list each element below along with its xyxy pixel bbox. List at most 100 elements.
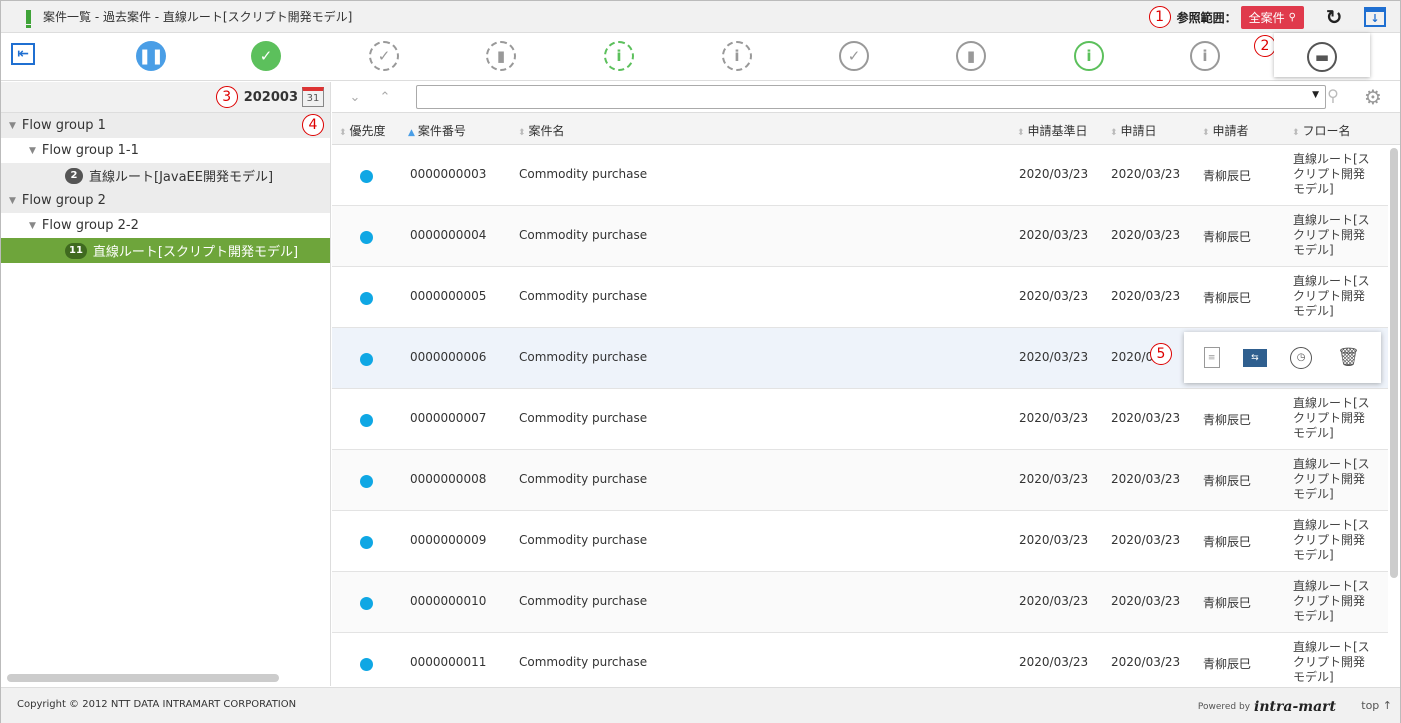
search-icon[interactable]: ⚲ <box>1322 86 1344 108</box>
past-cases-tab[interactable]: ▬ <box>1274 33 1370 77</box>
search-select[interactable]: ▼ <box>416 85 1326 109</box>
header-case-number[interactable]: ▲ 案件番号 <box>408 122 466 139</box>
dashed-document-status-icon[interactable]: ▮ <box>486 41 516 71</box>
tree-item-group[interactable]: ▼ Flow group 2 <box>1 188 330 213</box>
check-outline-status-icon[interactable]: ✓ <box>839 41 869 71</box>
horizontal-scrollbar[interactable] <box>7 674 279 682</box>
tree-item-flow[interactable]: 2 直線ルート[JavaEE開発モデル] <box>1 163 330 188</box>
annotation-marker-3: 3 <box>215 86 238 108</box>
case-name: Commodity purchase <box>519 655 648 669</box>
history-clock-icon[interactable]: ◷ <box>1290 346 1313 369</box>
collapse-sidebar-icon[interactable]: ⇤ <box>11 43 35 65</box>
base-date: 2020/03/23 <box>1019 350 1089 364</box>
delete-trash-icon[interactable]: 🗑 <box>1335 345 1361 371</box>
tree-item-label: Flow group 1-1 <box>41 143 139 158</box>
flow-chart-icon[interactable]: ⇆ <box>1242 348 1267 367</box>
base-date: 2020/03/23 <box>1019 655 1089 669</box>
powered-by: Powered by intra-mart <box>1197 699 1336 715</box>
applicant: 青柳辰巳 <box>1203 596 1252 610</box>
dashed-info-status-icon[interactable]: i <box>722 41 752 71</box>
footer: Copyright © 2012 NTT DATA INTRAMART CORP… <box>1 687 1400 723</box>
base-date: 2020/03/23 <box>1019 472 1089 486</box>
base-date: 2020/03/23 <box>1019 289 1089 303</box>
folder-icon: ▬ <box>1307 42 1337 72</box>
top-link[interactable]: top ↑ <box>1361 699 1392 712</box>
apply-date: 2020/03/23 <box>1111 472 1181 486</box>
tree-expand-icon[interactable]: ▼ <box>9 121 16 131</box>
tree-expand-icon[interactable]: ▼ <box>29 146 36 156</box>
header-flow-name[interactable]: ⬍ フロー名 <box>1292 122 1351 139</box>
sort-icon: ⬍ <box>1202 128 1210 138</box>
table-row[interactable]: 0000000007 Commodity purchase 2020/03/23 20… <box>332 389 1388 450</box>
vertical-scrollbar[interactable] <box>1390 148 1398 578</box>
case-number: 0000000003 <box>410 167 487 181</box>
tree-item-flow[interactable]: 11 直線ルート[スクリプト開発モデル] <box>1 238 330 263</box>
header-apply-date[interactable]: ⬍ 申請日 <box>1110 122 1157 139</box>
table-row[interactable]: 0000000008 Commodity purchase 2020/03/23 20… <box>332 450 1388 511</box>
dashed-check-status-icon[interactable]: ✓ <box>369 41 399 71</box>
table-header: ⬍ 優先度 ▲ 案件番号 ⬍ 案件名 ⬍ 申請基準日 ⬍ 申請日 ⬍ 申請者 ⬍ フロー名 <box>332 113 1400 145</box>
table-row[interactable]: 0000000005 Commodity purchase 2020/03/23 20… <box>332 267 1388 328</box>
tree-expand-icon[interactable]: ▼ <box>9 196 16 206</box>
table-row[interactable]: 0000000004 Commodity purchase 2020/03/23 20… <box>332 206 1388 267</box>
table-row[interactable]: 0000000011 Commodity purchase 2020/03/23 20… <box>332 633 1388 686</box>
flow-tree: ▼ Flow group 1 ▼ Flow group 1-1 2 直線ルート[JavaE… <box>1 113 330 263</box>
tree-item-group[interactable]: ▼ Flow group 1 <box>1 113 330 138</box>
document-outline-status-icon[interactable]: ▮ <box>956 41 986 71</box>
sort-icon: ⬍ <box>339 128 347 138</box>
intra-mart-logo: intra-mart <box>1254 699 1336 715</box>
tree-item-label: Flow group 1 <box>21 118 106 133</box>
expand-all-icon[interactable]: ⌄ <box>340 90 370 105</box>
dashed-info-green-status-icon[interactable]: i <box>604 41 634 71</box>
sort-icon: ⬍ <box>1110 128 1118 138</box>
apply-date: 2020/03/23 <box>1111 655 1181 669</box>
table-row[interactable]: 0000000009 Commodity purchase 2020/03/23 20… <box>332 511 1388 572</box>
apply-date: 2020/03/23 <box>1111 289 1181 303</box>
applicant: 青柳辰巳 <box>1203 535 1252 549</box>
header-case-name[interactable]: ⬍ 案件名 <box>518 122 565 139</box>
flow-name: 直線ルート[スクリプト開発モデル] <box>1293 213 1370 257</box>
info-outline-status-icon[interactable]: i <box>1190 41 1220 71</box>
sort-icon: ⬍ <box>518 128 526 138</box>
flow-name: 直線ルート[スクリプト開発モデル] <box>1293 274 1370 318</box>
tree-item-group[interactable]: ▼ Flow group 1-1 <box>1 138 330 163</box>
date-value[interactable]: 202003 <box>244 90 298 105</box>
table-body: 0000000003 Commodity purchase 2020/03/23 20… <box>332 145 1388 686</box>
table-row[interactable]: 0000000003 Commodity purchase 2020/03/23 20… <box>332 145 1388 206</box>
applicant: 青柳辰巳 <box>1203 291 1252 305</box>
info-green-status-icon[interactable]: i <box>1074 41 1104 71</box>
title-mark-icon <box>26 9 31 28</box>
annotation-marker-4: 4 <box>302 114 324 136</box>
case-number: 0000000008 <box>410 472 487 486</box>
refresh-icon[interactable]: ↻ <box>1324 5 1344 29</box>
calendar-icon[interactable]: 31 <box>302 87 324 107</box>
tree-item-group[interactable]: ▼ Flow group 2-2 <box>1 213 330 238</box>
scope-button[interactable]: 全案件 ⚲ <box>1240 5 1304 29</box>
download-icon[interactable]: ↓ <box>1364 7 1386 27</box>
tree-expand-icon[interactable]: ▼ <box>29 221 36 231</box>
check-status-icon[interactable]: ✓ <box>251 41 281 71</box>
case-number: 0000000007 <box>410 411 487 425</box>
collapse-all-icon[interactable]: ⌃ <box>370 90 400 105</box>
case-number: 0000000010 <box>410 594 487 608</box>
settings-icon[interactable]: ⚙ <box>1362 85 1384 109</box>
case-name: Commodity purchase <box>519 411 648 425</box>
header-applicant[interactable]: ⬍ 申請者 <box>1202 122 1249 139</box>
case-list-panel: ⌄ ⌃ ▼ ⚲ ⚙ ⬍ 優先度 ▲ 案件番号 ⬍ 案件名 ⬍ 申請基準日 ⬍ 申請日 ⬍ 申… <box>332 82 1400 686</box>
applicant: 青柳辰巳 <box>1203 413 1252 427</box>
flow-name: 直線ルート[スクリプト開発モデル] <box>1293 152 1370 196</box>
scope-value: 全案件 <box>1248 10 1285 25</box>
table-row[interactable]: 0000000010 Commodity purchase 2020/03/23 20… <box>332 572 1388 633</box>
count-badge: 2 <box>65 167 83 184</box>
detail-document-icon[interactable]: ≡ <box>1203 347 1220 368</box>
annotation-marker-5: 5 <box>1150 343 1172 365</box>
header-priority[interactable]: ⬍ 優先度 <box>339 122 386 139</box>
apply-date: 2020/03/23 <box>1111 411 1181 425</box>
header-base-date[interactable]: ⬍ 申請基準日 <box>1017 122 1088 139</box>
priority-dot-icon <box>360 231 373 244</box>
tree-item-label: Flow group 2-2 <box>41 218 139 233</box>
pause-status-icon[interactable]: ❚❚ <box>136 41 166 71</box>
priority-dot-icon <box>360 658 373 671</box>
case-name: Commodity purchase <box>519 167 648 181</box>
priority-dot-icon <box>360 292 373 305</box>
